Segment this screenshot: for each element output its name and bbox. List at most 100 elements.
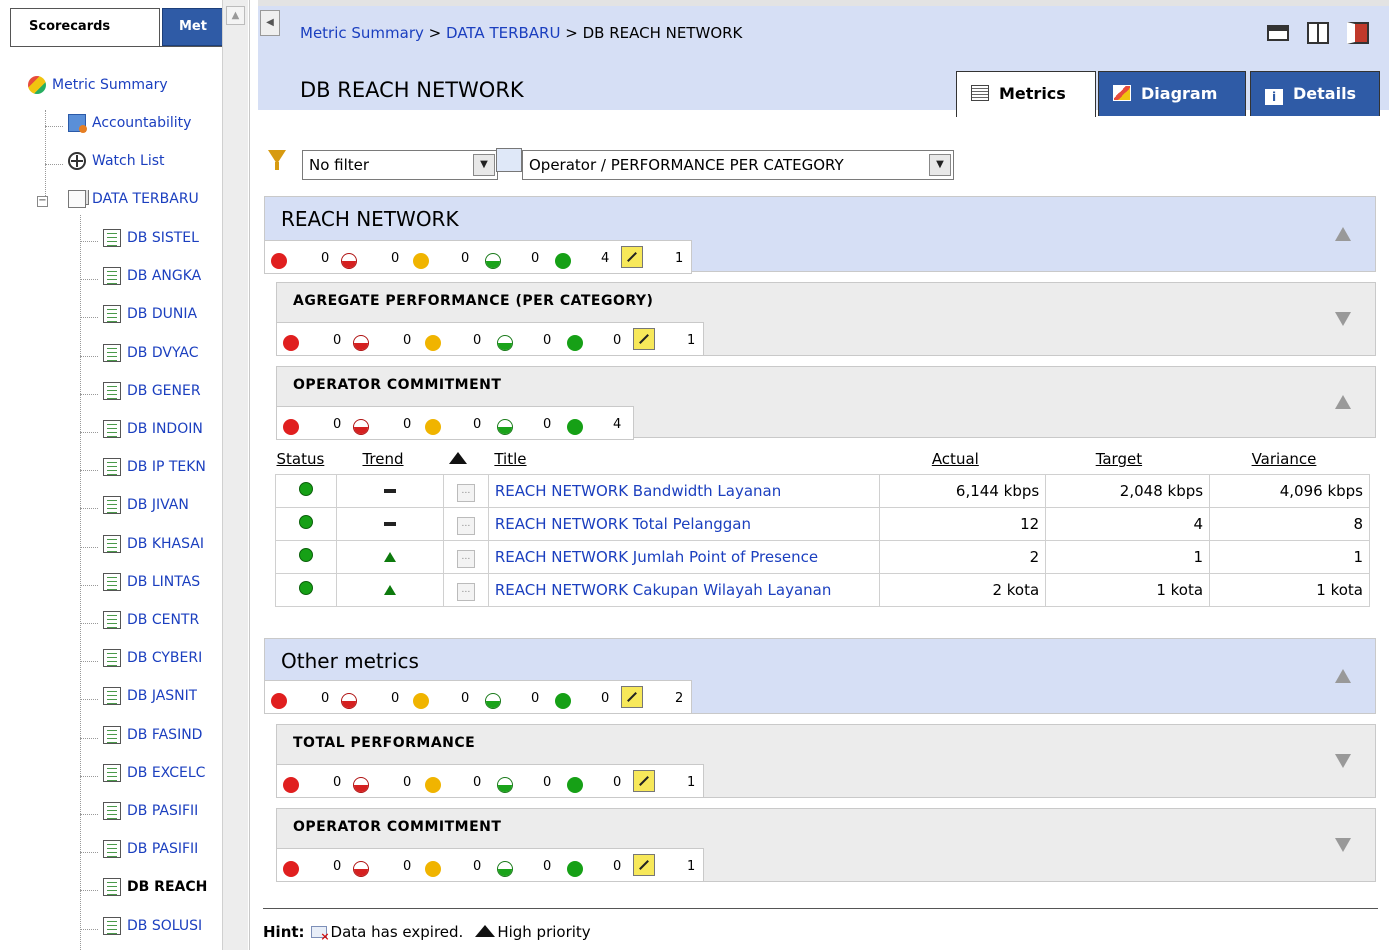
expand-down-icon[interactable] <box>1335 838 1351 852</box>
view-select[interactable]: Operator / PERFORMANCE PER CATEGORY ▼ <box>522 150 954 180</box>
col-variance[interactable]: Variance <box>1209 444 1370 474</box>
section-title[interactable]: REACH NETWORK <box>281 207 459 231</box>
status-green-half-icon[interactable] <box>497 335 513 351</box>
status-red-icon[interactable] <box>283 335 299 351</box>
status-yellow-icon[interactable] <box>425 335 441 351</box>
scroll-up-arrow-icon[interactable]: ▲ <box>226 6 245 25</box>
status-green-icon[interactable] <box>567 777 583 793</box>
tree-item-scorecard[interactable]: DB LINTAS <box>103 572 200 597</box>
metric-title-link[interactable]: REACH NETWORK Total Pelanggan <box>487 506 881 541</box>
col-trend[interactable]: Trend <box>336 444 444 474</box>
col-priority[interactable] <box>443 444 489 474</box>
status-green-icon[interactable] <box>567 861 583 877</box>
status-green-half-icon[interactable] <box>497 777 513 793</box>
metric-title-link[interactable]: REACH NETWORK Cakupan Wilayah Layanan <box>487 572 881 607</box>
section-title[interactable]: OPERATOR COMMITMENT <box>293 377 501 393</box>
status-green-icon[interactable] <box>567 335 583 351</box>
status-note-icon[interactable] <box>633 770 655 792</box>
metric-title-link[interactable]: REACH NETWORK Jumlah Point of Presence <box>487 539 881 574</box>
status-red-icon[interactable] <box>283 861 299 877</box>
status-yellow-icon[interactable] <box>413 693 429 709</box>
status-green-half-icon[interactable] <box>497 861 513 877</box>
tree-item-scorecard[interactable]: DB JASNIT <box>103 687 197 711</box>
status-green-half-icon[interactable] <box>485 693 501 709</box>
print-icon[interactable] <box>1267 25 1290 41</box>
tree-item-scorecard[interactable]: DB CYBERI <box>103 649 202 673</box>
status-note-icon[interactable] <box>633 854 655 876</box>
status-red-half-icon[interactable] <box>341 693 357 709</box>
status-green-half-icon[interactable] <box>485 253 501 269</box>
tree-item-scorecard[interactable]: DB IP TEKN <box>103 458 206 482</box>
tree-item-watch-list[interactable]: Watch List <box>68 152 165 176</box>
section-title[interactable]: OPERATOR COMMITMENT <box>293 819 501 835</box>
more-options-icon[interactable]: … <box>456 517 475 535</box>
section-title[interactable]: Other metrics <box>281 649 419 673</box>
status-green-icon[interactable] <box>555 253 571 269</box>
section-title[interactable]: AGREGATE PERFORMANCE (PER CATEGORY) <box>293 293 653 309</box>
status-yellow-icon[interactable] <box>425 777 441 793</box>
metric-title-link[interactable]: REACH NETWORK Bandwidth Layanan <box>487 473 881 508</box>
breadcrumb-link-data-terbaru[interactable]: DATA TERBARU <box>446 24 560 42</box>
tab-details[interactable]: i Details <box>1250 71 1380 116</box>
collapse-panel-button[interactable]: ◀ <box>260 10 280 36</box>
more-options-icon[interactable]: … <box>456 484 475 502</box>
status-green-half-icon[interactable] <box>497 419 513 435</box>
status-note-icon[interactable] <box>621 686 643 708</box>
tree-collapse-toggle[interactable]: − <box>37 196 48 207</box>
expand-down-icon[interactable] <box>1335 312 1351 326</box>
status-red-icon[interactable] <box>283 777 299 793</box>
status-red-half-icon[interactable] <box>353 419 369 435</box>
expand-down-icon[interactable] <box>1335 754 1351 768</box>
tree-item-scorecard[interactable]: DB KHASAI <box>103 534 204 559</box>
status-red-half-icon[interactable] <box>353 335 369 351</box>
tree-item-scorecard[interactable]: DB ANGKA <box>103 267 201 291</box>
tree-item-scorecard[interactable]: DB INDOIN <box>103 420 203 444</box>
tree-item-scorecard[interactable]: DB EXCELC <box>103 763 205 788</box>
status-red-icon[interactable] <box>271 253 287 269</box>
chevron-down-icon[interactable]: ▼ <box>473 154 495 176</box>
book-icon[interactable] <box>1307 22 1330 44</box>
tree-item-scorecard[interactable]: DB SOLUSI <box>103 916 202 941</box>
status-green-icon[interactable] <box>555 693 571 709</box>
status-yellow-icon[interactable] <box>425 419 441 435</box>
filter-select[interactable]: No filter ▼ <box>302 150 498 180</box>
col-actual[interactable]: Actual <box>879 444 1046 474</box>
tree-item-scorecard[interactable]: DB SISTEL <box>103 229 199 253</box>
status-red-half-icon[interactable] <box>353 861 369 877</box>
section-title[interactable]: TOTAL PERFORMANCE <box>293 735 475 751</box>
more-options-icon[interactable]: … <box>456 550 475 568</box>
col-status[interactable]: Status <box>275 444 337 474</box>
tree-item-scorecard[interactable]: DB REACH <box>103 878 207 902</box>
status-red-half-icon[interactable] <box>341 253 357 269</box>
left-panel-scrollbar[interactable]: ▲ <box>222 0 248 950</box>
collapse-up-icon[interactable] <box>1335 227 1351 241</box>
tree-item-scorecard[interactable]: DB CENTR <box>103 611 199 635</box>
tab-metrics[interactable]: Metrics <box>956 71 1096 117</box>
tab-scorecards[interactable]: Scorecards <box>10 8 160 46</box>
more-options-icon[interactable]: … <box>456 583 475 601</box>
tree-item-scorecard[interactable]: DB JIVAN <box>103 496 189 520</box>
status-yellow-icon[interactable] <box>425 861 441 877</box>
collapse-up-icon[interactable] <box>1335 669 1351 683</box>
status-red-icon[interactable] <box>283 419 299 435</box>
tree-item-metric-summary[interactable]: Metric Summary <box>28 76 168 100</box>
status-red-half-icon[interactable] <box>353 777 369 793</box>
tree-item-scorecard[interactable]: DB DUNIA <box>103 305 197 329</box>
tree-item-data-terbaru[interactable]: DATA TERBARU <box>68 190 199 214</box>
collapse-up-icon[interactable] <box>1335 395 1351 409</box>
tree-item-scorecard[interactable]: DB PASIFII <box>103 802 198 826</box>
status-red-icon[interactable] <box>271 693 287 709</box>
exit-icon[interactable] <box>1347 22 1369 44</box>
breadcrumb-link-metric-summary[interactable]: Metric Summary <box>300 24 424 42</box>
status-note-icon[interactable] <box>621 246 643 268</box>
tree-item-scorecard[interactable]: DB FASIND <box>103 725 202 750</box>
status-yellow-icon[interactable] <box>413 253 429 269</box>
tree-item-scorecard[interactable]: DB PASIFII <box>103 840 198 864</box>
col-title[interactable]: Title <box>488 444 880 474</box>
tree-item-scorecard[interactable]: DB GENER <box>103 381 201 406</box>
status-note-icon[interactable] <box>633 328 655 350</box>
col-target[interactable]: Target <box>1045 444 1210 474</box>
tab-diagram[interactable]: Diagram <box>1098 71 1246 116</box>
tree-item-scorecard[interactable]: DB DVYAC <box>103 343 199 368</box>
tree-item-accountability[interactable]: Accountability <box>68 114 191 138</box>
